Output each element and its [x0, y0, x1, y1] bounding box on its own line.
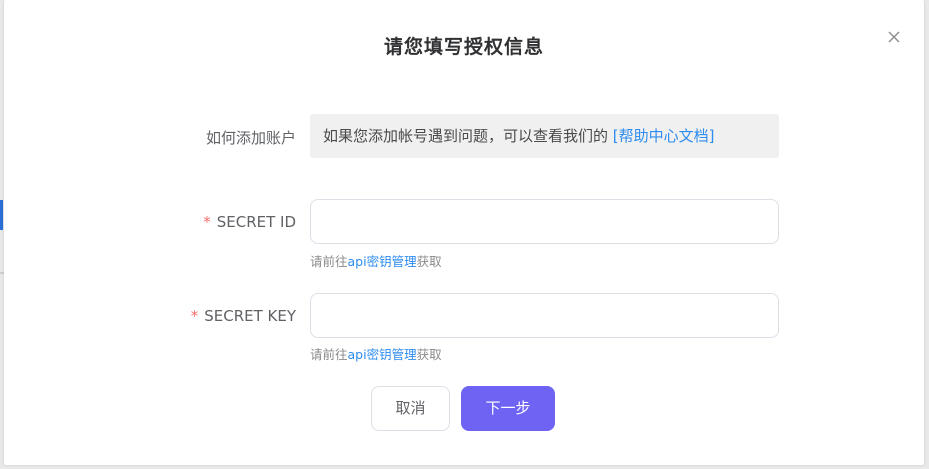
background-accent	[0, 200, 3, 230]
secret-key-label: * SECRET KEY	[4, 307, 296, 325]
cancel-button[interactable]: 取消	[371, 386, 450, 431]
next-step-button[interactable]: 下一步	[461, 386, 555, 431]
required-mark: *	[190, 307, 199, 325]
help-center-doc-link[interactable]: [帮助中心文档]	[613, 127, 715, 145]
secret-id-hint: 请前往api密钥管理获取	[310, 251, 442, 270]
secret-key-label-text: SECRET KEY	[204, 307, 296, 325]
how-to-add-label: 如何添加账户	[205, 129, 296, 147]
secret-key-hint: 请前往api密钥管理获取	[310, 344, 442, 363]
secret-id-input[interactable]	[310, 199, 779, 244]
help-info-box: 如果您添加帐号遇到问题，可以查看我们的 [帮助中心文档]	[310, 114, 779, 158]
authorization-dialog: 请您填写授权信息 如何添加账户 如果您添加帐号遇到问题，可以查看我们的 [帮助中…	[4, 0, 924, 465]
required-mark: *	[203, 213, 211, 231]
secret-id-api-key-link[interactable]: api密钥管理	[348, 254, 417, 269]
secret-id-label: * SECRET ID	[4, 213, 296, 231]
secret-key-hint-prefix: 请前往	[310, 347, 348, 362]
help-info-text: 如果您添加帐号遇到问题，可以查看我们的	[323, 127, 613, 145]
secret-key-hint-suffix: 获取	[416, 347, 442, 362]
secret-key-input[interactable]	[310, 293, 779, 338]
secret-id-hint-suffix: 获取	[416, 254, 442, 269]
secret-key-api-key-link[interactable]: api密钥管理	[348, 347, 417, 362]
secret-id-label-text: SECRET ID	[216, 213, 296, 231]
secret-id-hint-prefix: 请前往	[310, 254, 348, 269]
dialog-title: 请您填写授权信息	[383, 36, 544, 58]
close-icon[interactable]	[885, 28, 903, 46]
